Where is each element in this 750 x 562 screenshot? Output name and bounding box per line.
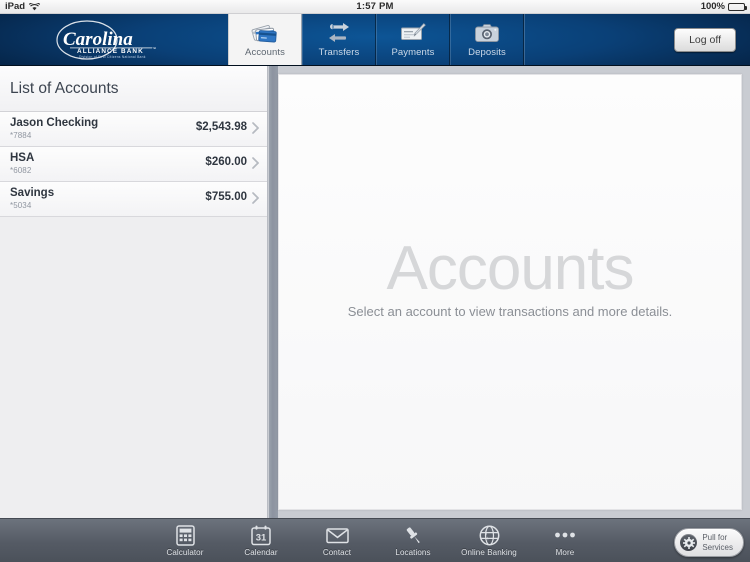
account-row-hsa[interactable]: HSA *6082 $260.00: [0, 147, 267, 182]
toolbar-item-locations[interactable]: Locations: [384, 524, 442, 557]
panel-divider: [269, 66, 278, 518]
account-number: *5034: [10, 201, 32, 210]
account-balance: $2,543.98: [195, 121, 247, 133]
ios-status-bar: iPad 1:57 PM 100%: [0, 0, 750, 14]
calculator-icon: [175, 524, 195, 546]
ellipsis-icon: [554, 524, 576, 546]
account-info: Jason Checking *7884: [10, 115, 196, 141]
account-balance: $260.00: [205, 156, 247, 168]
status-bar-clock: 1:57 PM: [356, 1, 394, 12]
toolbar-item-online-banking[interactable]: Online Banking: [460, 524, 518, 557]
brand-logo: Carolina ALLIANCE BANK ™ Division of Fir…: [0, 14, 228, 65]
toolbar-items: Calculator 31 Calendar Contact Locations…: [156, 524, 594, 557]
status-bar-right: 100%: [503, 1, 750, 12]
map-pin-icon: [403, 524, 424, 546]
chevron-right-icon: [252, 191, 260, 204]
panel-watermark: Accounts: [386, 233, 634, 303]
ipad-banking-app: iPad 1:57 PM 100% Carolina ALLIANCE BANK…: [0, 0, 750, 562]
tab-transfers[interactable]: Transfers: [302, 14, 376, 65]
toolbar-label-calendar: Calendar: [244, 548, 278, 557]
bottom-toolbar: Calculator 31 Calendar Contact Locations…: [0, 518, 750, 562]
accounts-sidebar: List of Accounts Jason Checking *7884 $2…: [0, 66, 268, 518]
tab-deposits-label: Deposits: [468, 47, 506, 58]
svg-text:ALLIANCE BANK: ALLIANCE BANK: [77, 48, 144, 55]
account-balance-group: $260.00: [205, 150, 267, 169]
tab-payments[interactable]: Payments: [376, 14, 450, 65]
status-bar-left: iPad: [0, 1, 248, 12]
sidebar-header: List of Accounts: [0, 66, 267, 112]
account-number: *7884: [10, 131, 32, 140]
toolbar-label-locations: Locations: [395, 548, 431, 557]
logoff-container: Log off: [674, 14, 750, 65]
gear-icon: [680, 534, 698, 551]
transfer-arrows-icon: [324, 21, 354, 45]
panel-empty-message: Select an account to view transactions a…: [347, 303, 673, 319]
toolbar-item-more[interactable]: More: [536, 524, 594, 557]
globe-icon: [479, 524, 500, 546]
chevron-right-icon: [252, 121, 260, 134]
account-info: HSA *6082: [10, 150, 205, 176]
tab-deposits[interactable]: Deposits: [450, 14, 524, 65]
account-balance-group: $2,543.98: [195, 115, 267, 134]
tab-transfers-label: Transfers: [318, 47, 360, 58]
account-row-savings[interactable]: Savings *5034 $755.00: [0, 182, 267, 217]
services-line2: Services: [702, 542, 733, 552]
svg-text:Division of First Citizens Nat: Division of First Citizens National Bank: [79, 55, 146, 59]
tab-payments-label: Payments: [391, 47, 435, 58]
battery-percent: 100%: [700, 1, 725, 12]
camera-icon: [472, 21, 502, 45]
toolbar-label-contact: Contact: [322, 548, 352, 557]
page-title: List of Accounts: [10, 79, 119, 97]
svg-text:31: 31: [256, 532, 267, 543]
account-name: Savings: [10, 187, 55, 199]
account-info: Savings *5034: [10, 185, 205, 211]
battery-full-icon: [728, 2, 747, 11]
chevron-right-icon: [252, 156, 260, 169]
account-name: Jason Checking: [10, 117, 99, 129]
content-area: List of Accounts Jason Checking *7884 $2…: [0, 66, 750, 518]
top-navigation-bar: Carolina ALLIANCE BANK ™ Division of Fir…: [0, 14, 750, 66]
pull-for-services-button[interactable]: Pull for Services: [674, 528, 744, 557]
account-number: *6082: [10, 166, 32, 175]
toolbar-item-calculator[interactable]: Calculator: [156, 524, 214, 557]
credit-cards-icon: [250, 21, 280, 45]
account-row-checking[interactable]: Jason Checking *7884 $2,543.98: [0, 112, 267, 147]
envelope-icon: [325, 524, 349, 546]
tab-accounts-label: Accounts: [245, 47, 285, 58]
toolbar-item-calendar[interactable]: 31 Calendar: [232, 524, 290, 557]
toolbar-label-online-banking: Online Banking: [461, 548, 517, 557]
account-balance-group: $755.00: [205, 185, 267, 204]
services-line1: Pull for: [702, 533, 728, 542]
toolbar-label-more: More: [555, 548, 575, 557]
svg-text:Carolina: Carolina: [63, 29, 133, 50]
calendar-icon: 31: [251, 524, 271, 546]
navbar-spacer: [524, 14, 674, 65]
device-name: iPad: [5, 1, 26, 12]
toolbar-item-contact[interactable]: Contact: [308, 524, 366, 557]
services-text: Pull for Services: [702, 533, 733, 552]
tab-accounts[interactable]: Accounts: [228, 14, 302, 65]
account-detail-panel: Accounts Select an account to view trans…: [278, 74, 742, 510]
svg-text:™: ™: [152, 46, 156, 51]
account-balance: $755.00: [205, 191, 247, 203]
logoff-button[interactable]: Log off: [674, 27, 736, 52]
wifi-icon: [29, 2, 41, 11]
toolbar-label-calculator: Calculator: [166, 548, 204, 557]
check-pen-icon: [398, 21, 428, 45]
account-name: HSA: [10, 152, 35, 164]
main-tabs: Accounts Transfers Payments Deposits: [228, 14, 524, 65]
